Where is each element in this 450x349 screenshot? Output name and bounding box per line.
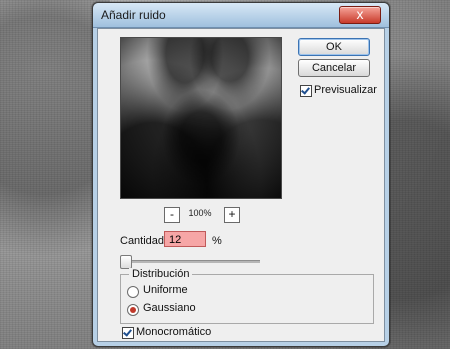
noise-preview-image[interactable] xyxy=(120,37,282,199)
amount-unit: % xyxy=(212,235,222,247)
cancel-button[interactable]: Cancelar xyxy=(298,59,370,77)
dialog-titlebar[interactable]: Añadir ruido x xyxy=(93,3,389,28)
uniform-radio[interactable] xyxy=(127,286,139,298)
distribution-group: Distribución Uniforme Gaussiano xyxy=(120,268,374,324)
amount-label: Cantidad: xyxy=(120,235,168,247)
amount-slider-track xyxy=(128,260,260,263)
add-noise-dialog: Añadir ruido x - 100% + OK Cancelar Prev… xyxy=(92,2,390,347)
zoom-level: 100% xyxy=(188,208,212,218)
zoom-out-button[interactable]: - xyxy=(164,207,180,223)
amount-input[interactable]: 12 xyxy=(164,231,206,247)
close-button[interactable]: x xyxy=(339,6,381,24)
monochrome-checkbox[interactable] xyxy=(122,327,134,339)
ok-button[interactable]: OK xyxy=(298,38,370,56)
uniform-radio-label: Uniforme xyxy=(143,284,188,296)
distribution-title: Distribución xyxy=(129,268,193,280)
gaussian-radio[interactable] xyxy=(127,304,139,316)
preview-checkbox-label: Previsualizar xyxy=(314,84,377,96)
amount-slider-thumb[interactable] xyxy=(120,255,132,269)
preview-zoom-controls: - 100% + xyxy=(120,207,280,223)
dialog-title: Añadir ruido xyxy=(101,8,166,22)
zoom-in-button[interactable]: + xyxy=(224,207,240,223)
dialog-client-area: - 100% + OK Cancelar Previsualizar Canti… xyxy=(97,28,385,342)
amount-slider[interactable] xyxy=(120,254,260,269)
gaussian-radio-label: Gaussiano xyxy=(143,302,196,314)
preview-checkbox[interactable] xyxy=(300,85,312,97)
monochrome-checkbox-label: Monocromático xyxy=(136,326,212,338)
